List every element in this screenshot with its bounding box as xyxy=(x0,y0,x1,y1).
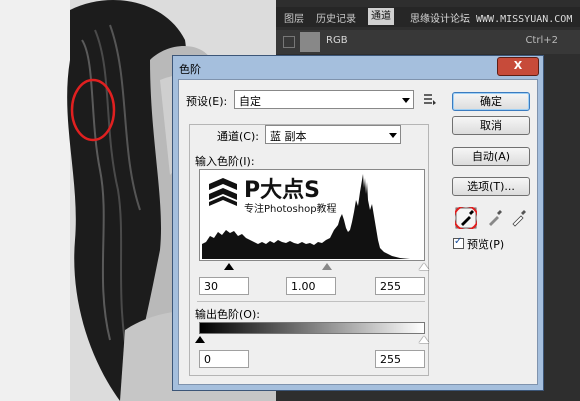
input-black-field[interactable]: 30 xyxy=(199,277,249,295)
tab-history[interactable]: 历史记录 xyxy=(316,10,356,25)
dialog-title: 色阶 xyxy=(179,63,201,76)
channel-row-rgb[interactable]: RGB Ctrl+2 xyxy=(276,30,580,54)
output-black-slider[interactable] xyxy=(195,336,205,343)
channel-label: 通道(C): xyxy=(217,130,259,143)
dialog-body: 预设(E): 自定 通道(C): 蓝 副本 输入色阶(I): P大点S 专注Ph… xyxy=(178,79,538,385)
channel-thumbnail xyxy=(300,32,320,52)
preset-label: 预设(E): xyxy=(186,95,228,108)
channel-value: 蓝 副本 xyxy=(270,130,307,143)
divider xyxy=(197,301,425,302)
cancel-button[interactable]: 取消 xyxy=(452,116,530,135)
chevron-down-icon xyxy=(402,98,410,103)
input-white-field[interactable]: 255 xyxy=(375,277,425,295)
options-button[interactable]: 选项(T)... xyxy=(452,177,530,196)
input-gamma-value: 1.00 xyxy=(291,280,316,293)
output-gradient xyxy=(199,322,425,334)
input-black-value: 30 xyxy=(204,280,218,293)
chevron-down-icon xyxy=(389,133,397,138)
preset-options-icon[interactable] xyxy=(423,93,437,105)
input-levels-label: 输入色阶(I): xyxy=(195,155,255,168)
pdds-logo-icon xyxy=(209,178,237,206)
output-black-value: 0 xyxy=(204,353,211,366)
output-white-slider[interactable] xyxy=(419,336,429,343)
channel-shortcut: Ctrl+2 xyxy=(525,35,558,46)
input-white-value: 255 xyxy=(380,280,401,293)
preview-checkbox[interactable] xyxy=(453,236,464,249)
tab-layers[interactable]: 图层 xyxy=(284,10,304,25)
channel-visibility-icon[interactable] xyxy=(283,36,295,48)
input-white-slider[interactable] xyxy=(419,263,429,270)
black-eyedropper-icon[interactable] xyxy=(455,207,477,229)
tab-channels[interactable]: 通道 xyxy=(368,8,394,25)
white-eyedropper-icon[interactable] xyxy=(507,207,529,229)
input-black-slider[interactable] xyxy=(224,263,234,270)
levels-dialog: 色阶 X 预设(E): 自定 通道(C): 蓝 副本 输入色阶(I): P大点S… xyxy=(172,55,544,391)
watermark: 思缘设计论坛 WWW.MISSYUAN.COM xyxy=(410,14,573,25)
histogram: P大点S 专注Photoshop教程 xyxy=(199,169,425,261)
output-white-field[interactable]: 255 xyxy=(375,350,425,368)
logo-subtitle: 专注Photoshop教程 xyxy=(244,204,337,215)
input-gamma-slider[interactable] xyxy=(322,263,332,270)
close-button[interactable]: X xyxy=(497,57,539,76)
gray-eyedropper-icon[interactable] xyxy=(483,207,505,229)
auto-button[interactable]: 自动(A) xyxy=(452,147,530,166)
channel-select[interactable]: 蓝 副本 xyxy=(265,125,401,144)
channel-name: RGB xyxy=(326,35,348,46)
output-white-value: 255 xyxy=(380,353,401,366)
preview-label: 预览(P) xyxy=(467,238,505,251)
preset-value: 自定 xyxy=(239,95,261,108)
ok-button[interactable]: 确定 xyxy=(452,92,530,111)
input-gamma-field[interactable]: 1.00 xyxy=(286,277,336,295)
output-black-field[interactable]: 0 xyxy=(199,350,249,368)
preset-select[interactable]: 自定 xyxy=(234,90,414,109)
output-levels-label: 输出色阶(O): xyxy=(195,308,260,321)
